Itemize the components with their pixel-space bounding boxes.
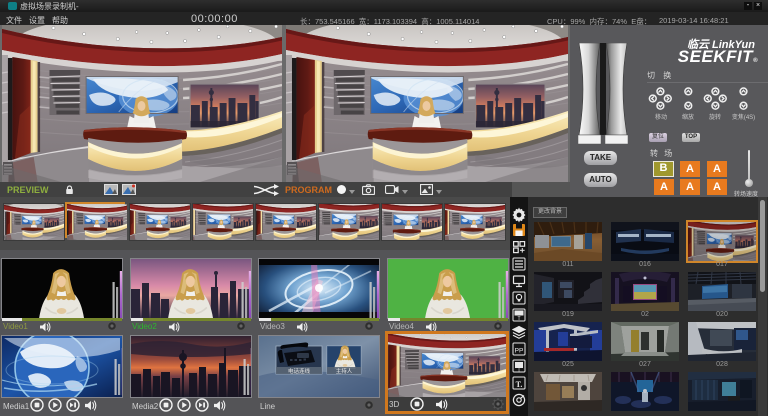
- svg-text:T.: T.: [516, 380, 523, 389]
- svg-text:T: T: [517, 368, 520, 374]
- svg-text:旋转: 旋转: [709, 113, 721, 121]
- svg-text:主持人: 主持人: [336, 367, 353, 375]
- svg-text:变焦(4S): 变焦(4S): [732, 113, 755, 121]
- svg-text:缩放: 缩放: [682, 113, 694, 121]
- svg-text:PP: PP: [515, 348, 524, 355]
- svg-text:移动: 移动: [655, 113, 667, 121]
- svg-text:电话连线: 电话连线: [288, 367, 311, 375]
- svg-text:T: T: [517, 316, 520, 322]
